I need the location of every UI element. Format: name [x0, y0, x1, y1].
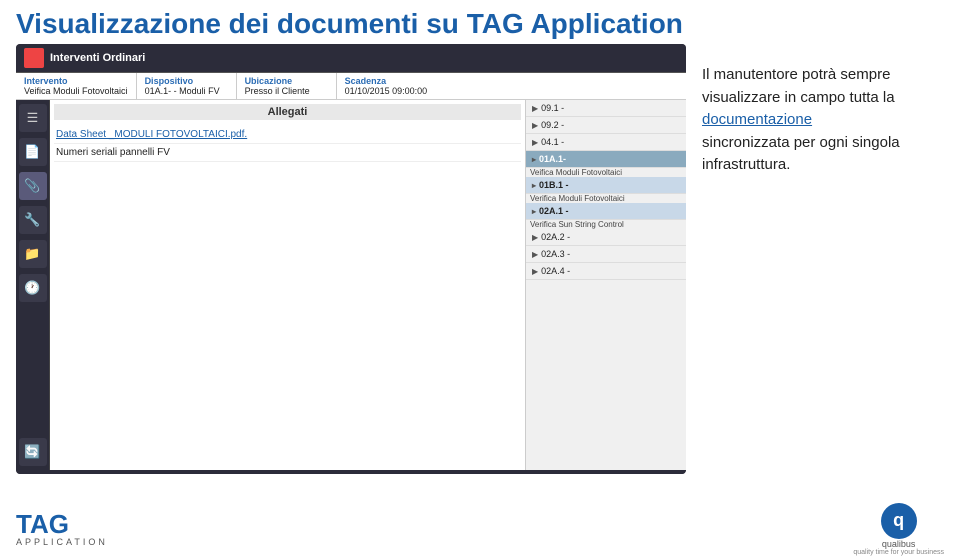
tree-item-4[interactable]: ▸01B.1 -	[526, 177, 686, 194]
bottom-bar: TAG APPLICATION q qualibus quality time …	[0, 504, 960, 554]
tree-arrow-icon: ▶	[532, 104, 538, 113]
dispositivo-cell: Dispositivo 01A.1- - Moduli FV	[137, 73, 237, 99]
panel-title: Interventi Ordinari	[50, 52, 145, 64]
sidebar-icon-history[interactable]: 🕐	[19, 274, 47, 302]
intervento-label: Intervento	[24, 76, 128, 86]
status-bar: 🏠 💾 📋 🔧 🔴 🔄 ☁ Azienda agricola Zaccarell…	[16, 470, 686, 474]
tree-label-7: 02A.3 -	[541, 249, 570, 259]
tree-item-3[interactable]: ▸01A.1-	[526, 151, 686, 168]
tree-item-0[interactable]: ▶09.1 -	[526, 100, 686, 117]
tree-item-1[interactable]: ▶09.2 -	[526, 117, 686, 134]
app-panel: Interventi Ordinari Intervento Veifica M…	[16, 44, 686, 474]
doc-item-1[interactable]: Numeri seriali pannelli FV	[54, 144, 521, 162]
intervento-value: Veifica Moduli Fotovoltaici	[24, 86, 128, 96]
tree-label-6: 02A.2 -	[541, 232, 570, 242]
sidebar-icon-attach[interactable]: 📎	[19, 172, 47, 200]
description-panel: Il manutentore potrà sempre visualizzare…	[686, 44, 956, 504]
tree-arrow-icon: ▸	[532, 207, 536, 216]
checkbox-icon[interactable]	[24, 48, 44, 68]
tree-item-5[interactable]: ▸02A.1 -	[526, 203, 686, 220]
tree-label-2: 04.1 -	[541, 137, 564, 147]
sidebar: ☰ 📄 📎 🔧 📁 🕐 🔄	[16, 100, 50, 470]
qualibus-name: qualibus	[882, 539, 916, 549]
sidebar-icon-folder[interactable]: 📁	[19, 240, 47, 268]
tree-label-5: 02A.1 -	[539, 206, 569, 216]
doc-item-0[interactable]: Data Sheet _MODULI FOTOVOLTAICI.pdf.	[54, 126, 521, 144]
tree-label-4: 01B.1 -	[539, 180, 569, 190]
info-row: Intervento Veifica Moduli Fotovoltaici D…	[16, 73, 686, 100]
middle-section: Allegati Data Sheet _MODULI FOTOVOLTAICI…	[50, 100, 686, 470]
ubicazione-label: Ubicazione	[245, 76, 328, 86]
tree-arrow-icon: ▶	[532, 121, 538, 130]
doc-list: Allegati Data Sheet _MODULI FOTOVOLTAICI…	[50, 100, 526, 470]
qualibus-icon: q	[881, 503, 917, 539]
sidebar-icon-tools[interactable]: 🔧	[19, 206, 47, 234]
tree-item-7[interactable]: ▶02A.3 -	[526, 246, 686, 263]
tree-sub-3: Veifica Moduli Fotovoltaici	[526, 168, 686, 177]
page-title: Visualizzazione dei documenti su TAG App…	[0, 0, 960, 44]
tree-arrow-icon: ▸	[532, 155, 536, 164]
desc-text2: sincronizzata per ogni singola infrastru…	[702, 132, 940, 177]
tree-label-8: 02A.4 -	[541, 266, 570, 276]
tree-item-6[interactable]: ▶02A.2 -	[526, 229, 686, 246]
desc-underline: documentazione	[702, 109, 940, 132]
qualibus-tagline: quality time for your business	[853, 549, 944, 556]
tag-brand: TAG	[16, 511, 69, 537]
ubicazione-cell: Ubicazione Presso il Cliente	[237, 73, 337, 99]
sidebar-icon-doc[interactable]: 📄	[19, 138, 47, 166]
allegati-header: Allegati	[54, 104, 521, 120]
tag-logo: TAG APPLICATION	[16, 511, 108, 547]
intervento-cell: Intervento Veifica Moduli Fotovoltaici	[16, 73, 137, 99]
panel-header: Interventi Ordinari	[16, 44, 686, 73]
sidebar-icon-list[interactable]: ☰	[19, 104, 47, 132]
tree-label-3: 01A.1-	[539, 154, 566, 164]
tag-sub: APPLICATION	[16, 537, 108, 547]
app-content: ☰ 📄 📎 🔧 📁 🕐 🔄 Allegati Data Sheet _MODUL…	[16, 100, 686, 470]
main-area: Allegati Data Sheet _MODULI FOTOVOLTAICI…	[50, 100, 686, 470]
tree-item-8[interactable]: ▶02A.4 -	[526, 263, 686, 280]
scadenza-value: 01/10/2015 09:00:00	[345, 86, 429, 96]
qualibus-logo: q qualibus quality time for your busines…	[853, 503, 944, 556]
tree-arrow-icon: ▶	[532, 267, 538, 276]
tree-label-1: 09.2 -	[541, 120, 564, 130]
dispositivo-label: Dispositivo	[145, 76, 228, 86]
tree-arrow-icon: ▶	[532, 138, 538, 147]
tree-label-0: 09.1 -	[541, 103, 564, 113]
tree-sub-4: Verifica Moduli Fotovoltaici	[526, 194, 686, 203]
dispositivo-value: 01A.1- - Moduli FV	[145, 86, 228, 96]
tree-arrow-icon: ▶	[532, 250, 538, 259]
sidebar-icon-refresh[interactable]: 🔄	[19, 438, 47, 466]
desc-text1: Il manutentore potrà sempre visualizzare…	[702, 64, 940, 109]
tree-list: ▶09.1 -▶09.2 -▶04.1 -▸01A.1-Veifica Modu…	[526, 100, 686, 470]
tree-arrow-icon: ▶	[532, 233, 538, 242]
tree-arrow-icon: ▸	[532, 181, 536, 190]
tree-item-2[interactable]: ▶04.1 -	[526, 134, 686, 151]
scadenza-label: Scadenza	[345, 76, 429, 86]
tree-sub-5: Verifica Sun String Control	[526, 220, 686, 229]
scadenza-cell: Scadenza 01/10/2015 09:00:00	[337, 73, 437, 99]
ubicazione-value: Presso il Cliente	[245, 86, 328, 96]
